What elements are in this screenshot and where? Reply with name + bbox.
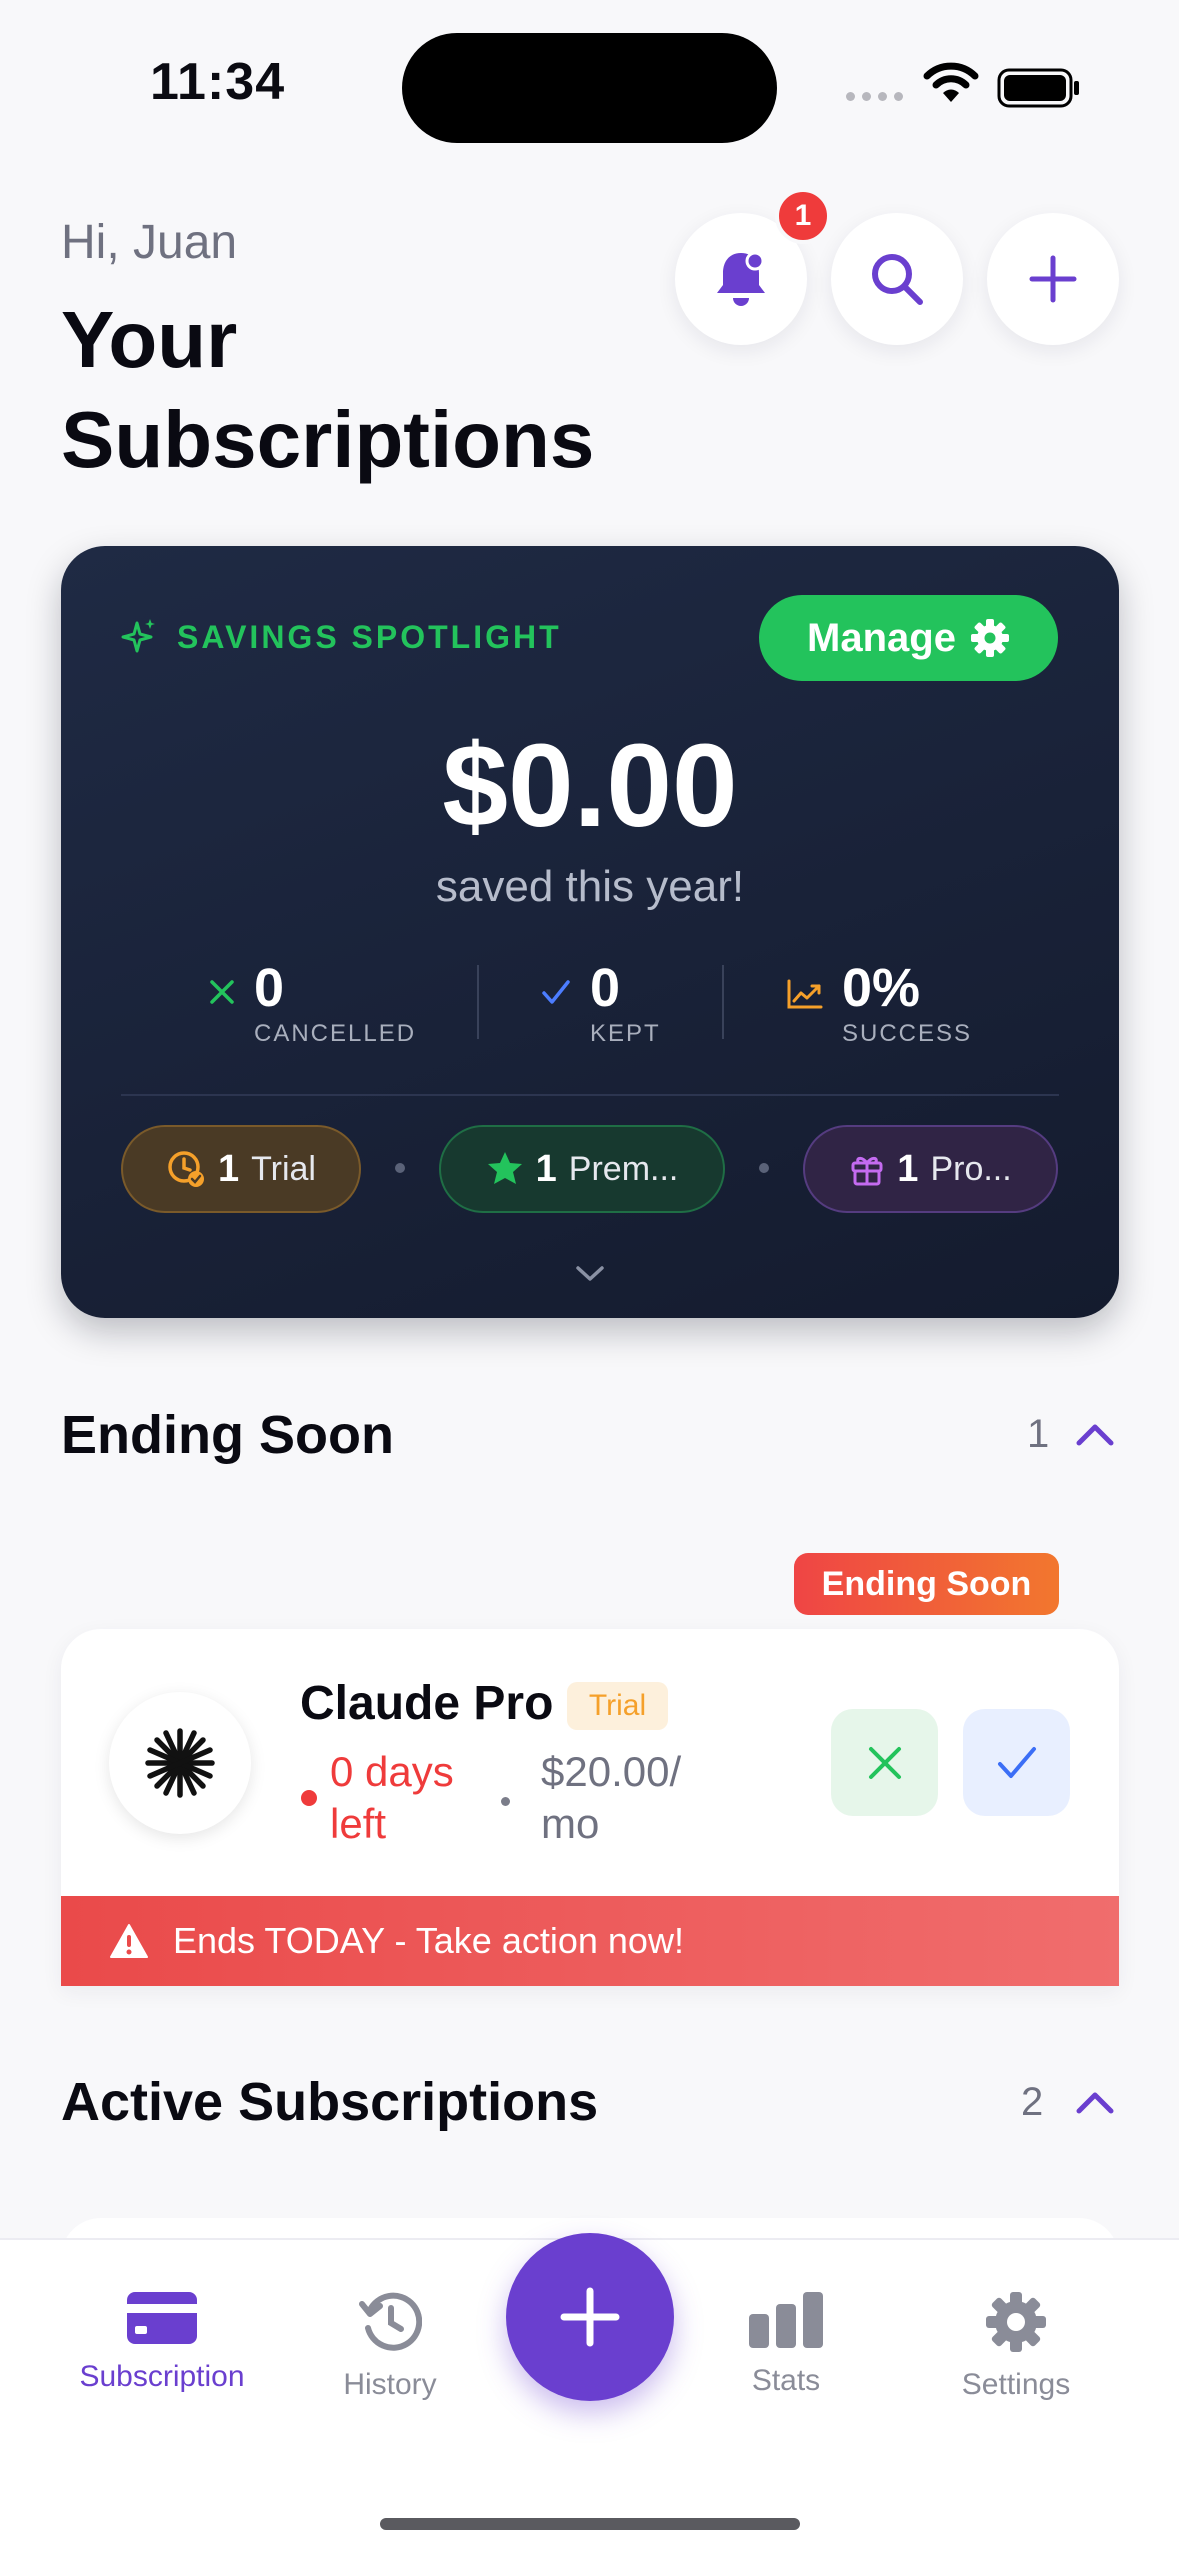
claude-logo	[109, 1692, 251, 1834]
add-subscription-button[interactable]	[987, 213, 1119, 345]
stat-cancelled-label: CANCELLED	[254, 1020, 417, 1047]
x-icon	[210, 980, 234, 1004]
tab-stats[interactable]: Stats	[686, 2290, 886, 2398]
separator-dot	[501, 1797, 510, 1806]
page-title: Your Subscriptions	[61, 290, 594, 490]
ending-soon-count: 1	[1027, 1412, 1050, 1456]
keep-subscription-button[interactable]	[963, 1709, 1070, 1816]
tab-settings-label: Settings	[961, 2368, 1071, 2401]
history-icon	[359, 2292, 422, 2351]
stat-cancelled-value: 0	[254, 958, 285, 1018]
savings-caption: saved this year!	[435, 862, 745, 911]
days-left: 0 days left	[330, 1748, 454, 1847]
pro-count: 1	[897, 1147, 919, 1190]
separator-dot	[759, 1163, 769, 1173]
stat-kept-value: 0	[590, 958, 621, 1018]
star-icon	[487, 1152, 522, 1184]
trial-count: 1	[218, 1147, 240, 1190]
stat-cancelled: 0 CANCELLED	[208, 958, 416, 1048]
ending-soon-title: Ending Soon	[61, 1405, 394, 1465]
add-fab-button[interactable]	[506, 2233, 674, 2401]
tab-subscription[interactable]: Subscription	[62, 2290, 262, 2394]
search-button[interactable]	[831, 213, 963, 345]
chevron-up-icon[interactable]	[1073, 2087, 1117, 2117]
stat-kept-label: KEPT	[590, 1020, 661, 1047]
pro-label: Pro...	[930, 1149, 1012, 1188]
active-subscriptions-count: 2	[1021, 2080, 1044, 2124]
status-dot	[301, 1790, 317, 1806]
trial-label: Trial	[251, 1149, 316, 1188]
gear-icon	[970, 619, 1009, 657]
page-title-line2: Subscriptions	[61, 395, 595, 484]
chevron-down-icon[interactable]	[572, 1262, 608, 1284]
search-icon	[872, 254, 923, 305]
check-icon	[542, 980, 570, 1004]
trial-tag: Trial	[567, 1682, 668, 1730]
trial-count-pill[interactable]: 1 Trial	[121, 1125, 361, 1213]
greeting: Hi, Juan	[61, 216, 238, 269]
tab-history[interactable]: History	[290, 2290, 490, 2402]
claude-logo-icon	[145, 1728, 215, 1798]
x-icon	[868, 1746, 901, 1779]
warning-banner: Ends TODAY - Take action now!	[61, 1896, 1119, 1986]
tab-settings[interactable]: Settings	[916, 2290, 1116, 2402]
separator-dot	[395, 1163, 405, 1173]
stat-success-label: SUCCESS	[842, 1020, 973, 1047]
dynamic-island	[402, 33, 777, 143]
divider	[477, 965, 479, 1039]
page-title-line1: Your	[61, 295, 238, 384]
tab-subscription-label: Subscription	[79, 2360, 245, 2393]
manage-button[interactable]: Manage	[759, 595, 1058, 681]
chevron-up-icon[interactable]	[1073, 1419, 1117, 1449]
sparkles-icon	[121, 619, 155, 653]
premium-label: Prem...	[568, 1149, 679, 1188]
stat-success-value: 0%	[842, 958, 921, 1018]
spotlight-label-text: SAVINGS SPOTLIGHT	[177, 618, 562, 655]
divider	[722, 965, 724, 1039]
savings-amount: $0.00	[442, 720, 738, 852]
warning-text: Ends TODAY - Take action now!	[173, 1920, 684, 1961]
tab-history-label: History	[343, 2368, 437, 2401]
wifi-icon	[923, 62, 979, 102]
spotlight-divider	[121, 1094, 1059, 1096]
subscription-price: $20.00/ mo	[541, 1748, 682, 1847]
bar-chart-icon	[749, 2292, 823, 2348]
spotlight-label: SAVINGS SPOTLIGHT	[121, 617, 562, 657]
status-time: 11:34	[150, 53, 286, 111]
gear-icon	[986, 2292, 1046, 2352]
bell-icon	[717, 251, 765, 306]
plus-icon	[560, 2287, 620, 2347]
subscription-name: Claude Pro	[300, 1677, 554, 1730]
check-icon	[997, 1746, 1036, 1778]
active-subscriptions-title: Active Subscriptions	[61, 2072, 599, 2132]
stat-success: 0% SUCCESS	[786, 958, 972, 1048]
trend-up-icon	[787, 979, 823, 1009]
tab-stats-label: Stats	[751, 2364, 821, 2397]
cellular-signal-icon	[846, 92, 903, 101]
premium-count-pill[interactable]: 1 Prem...	[439, 1125, 725, 1213]
ending-soon-badge: Ending Soon	[794, 1553, 1059, 1615]
gift-icon	[851, 1156, 883, 1186]
warning-icon	[110, 1924, 148, 1958]
cancel-subscription-button[interactable]	[831, 1709, 938, 1816]
plus-icon	[1029, 255, 1077, 303]
stat-kept: 0 KEPT	[540, 958, 661, 1048]
pro-count-pill[interactable]: 1 Pro...	[803, 1125, 1058, 1213]
notification-badge: 1	[775, 188, 831, 244]
battery-icon	[997, 68, 1079, 108]
manage-label: Manage	[807, 615, 956, 660]
card-icon	[127, 2292, 197, 2344]
clock-check-icon	[168, 1151, 204, 1187]
home-indicator	[380, 2518, 800, 2530]
premium-count: 1	[535, 1147, 557, 1190]
